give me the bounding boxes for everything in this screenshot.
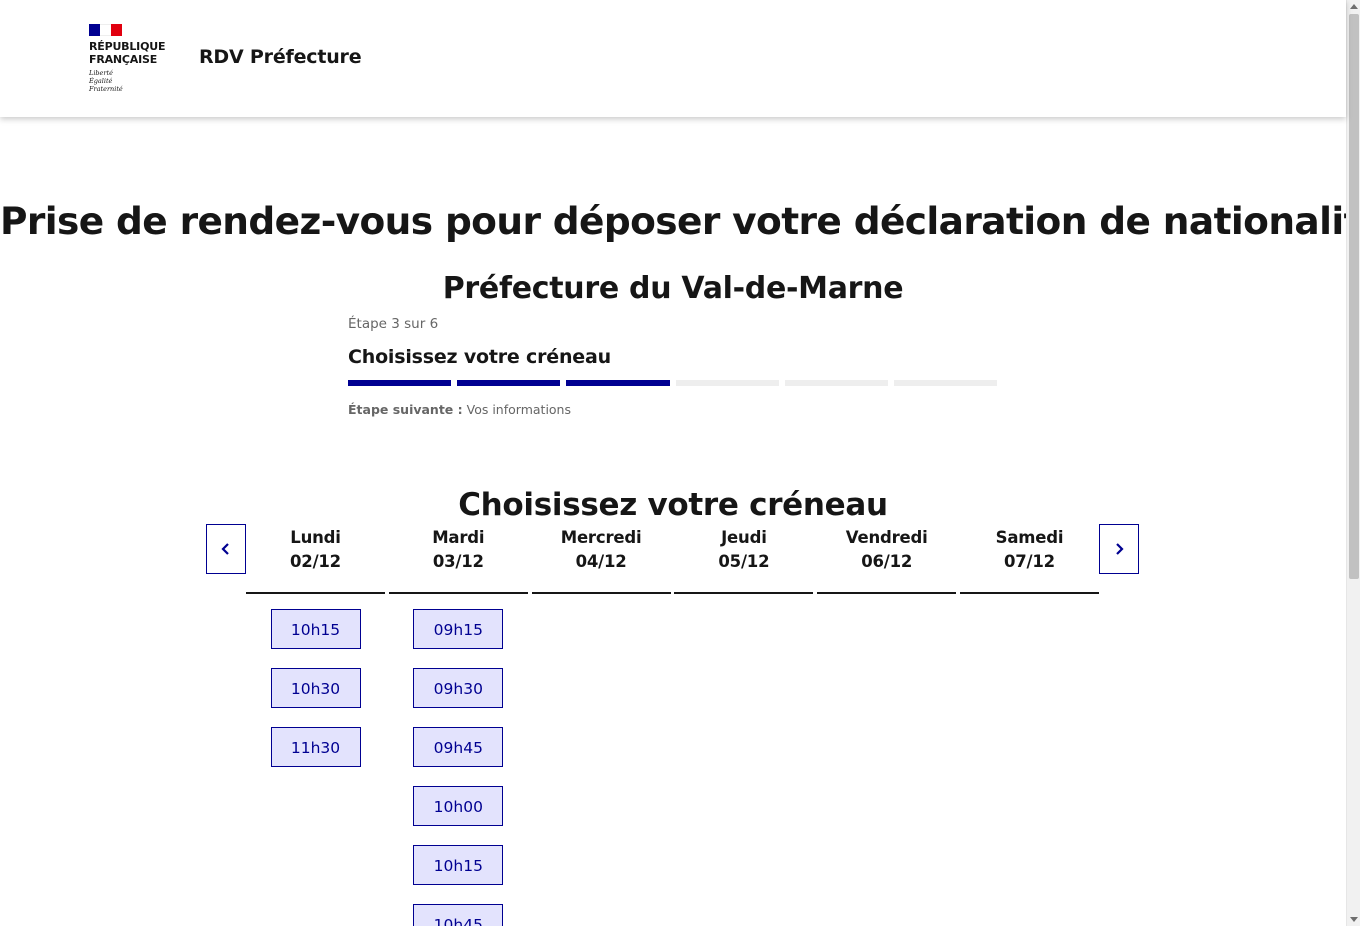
republique-francaise-logo[interactable]: RÉPUBLIQUE FRANÇAISE Liberté Égalité Fra… [89, 24, 179, 93]
stepper-segment-6 [893, 380, 998, 386]
slot-list [960, 594, 1099, 609]
stepper-segment-3 [566, 380, 670, 386]
day-header: Vendredi 06/12 [817, 524, 957, 594]
chevron-left-icon [221, 543, 229, 555]
scrollbar-thumb[interactable] [1349, 14, 1359, 579]
day-date: 04/12 [575, 552, 627, 571]
site-header: RÉPUBLIQUE FRANÇAISE Liberté Égalité Fra… [0, 0, 1346, 117]
slot-list [817, 594, 956, 609]
day-date: 06/12 [861, 552, 913, 571]
page: RÉPUBLIQUE FRANÇAISE Liberté Égalité Fra… [0, 0, 1360, 926]
time-slot-button[interactable]: 09h45 [413, 727, 504, 767]
time-slot-button[interactable]: 10h30 [270, 668, 361, 708]
slot-picker-title: Choisissez votre créneau [458, 486, 888, 523]
day-name: Samedi [995, 528, 1064, 547]
day-name: Jeudi [721, 528, 767, 547]
previous-days-button[interactable] [206, 524, 246, 574]
slot-list: 10h15 10h30 11h30 [246, 594, 385, 767]
stepper-title: Choisissez votre créneau [348, 346, 611, 368]
day-header: Jeudi 05/12 [674, 524, 814, 594]
time-slot-button[interactable]: 10h45 [413, 904, 504, 926]
prefecture-title: Préfecture du Val-de-Marne [442, 270, 904, 306]
motto-fraternite: Fraternité [89, 85, 123, 93]
motto-egalite: Égalité [89, 77, 113, 85]
day-column: Jeudi 05/12 [674, 524, 814, 926]
day-column: Samedi 07/12 [959, 524, 1099, 926]
slot-list [674, 594, 813, 609]
stepper-next-value: Vos informations [466, 402, 571, 417]
day-header: Mardi 03/12 [388, 524, 528, 594]
day-header: Lundi 02/12 [246, 524, 385, 594]
day-name: Vendredi [845, 528, 928, 547]
service-title[interactable]: RDV Préfecture [199, 44, 362, 70]
next-days-button[interactable] [1099, 524, 1139, 574]
stepper-state: Étape 3 sur 6 [348, 316, 439, 332]
slot-list: 09h15 09h30 09h45 10h00 10h15 10h45 [389, 594, 528, 926]
day-name: Mercredi [560, 528, 642, 547]
chevron-right-icon [1116, 543, 1124, 555]
stepper-segment-2 [457, 380, 561, 386]
page-title: Prise de rendez-vous pour déposer votre … [0, 199, 1360, 244]
day-column: Vendredi 06/12 [817, 524, 957, 926]
time-slot-button[interactable]: 11h30 [270, 727, 361, 767]
french-flag-icon [89, 24, 122, 36]
day-column: Mardi 03/12 09h15 09h30 09h45 10h00 10h15 10h45 [388, 524, 528, 926]
stepper: Étape 3 sur 6 Choisissez votre créneau É… [348, 314, 998, 419]
scroll-down-arrow-icon[interactable] [1350, 917, 1358, 922]
time-slot-button[interactable]: 10h15 [270, 609, 361, 649]
logo-text-line-2: FRANÇAISE [89, 53, 158, 66]
stepper-segment-5 [784, 380, 888, 386]
day-date: 03/12 [432, 552, 484, 571]
day-name: Mardi [432, 528, 485, 547]
day-name: Lundi [290, 528, 341, 547]
time-slot-button[interactable]: 09h30 [413, 668, 504, 708]
stepper-segment-1 [348, 380, 452, 386]
day-date: 02/12 [290, 552, 341, 571]
days-grid: Lundi 02/12 10h15 10h30 11h30 Mardi 03/12 09h15… [246, 524, 1099, 926]
stepper-segment-4 [675, 380, 779, 386]
logo-motto: Liberté Égalité Fraternité [89, 69, 179, 93]
scroll-up-arrow-icon[interactable] [1350, 4, 1358, 9]
page-scrollbar[interactable] [1346, 0, 1360, 926]
day-header: Samedi 07/12 [959, 524, 1099, 594]
stepper-next-label: Étape suivante : [348, 402, 463, 417]
motto-liberte: Liberté [89, 69, 113, 77]
time-slot-button[interactable]: 10h15 [413, 845, 504, 885]
stepper-progress-bar [348, 380, 998, 386]
day-column: Mercredi 04/12 [531, 524, 671, 926]
day-column: Lundi 02/12 10h15 10h30 11h30 [246, 524, 385, 926]
slot-list [532, 594, 671, 609]
time-slot-button[interactable]: 10h00 [413, 786, 504, 826]
logo-text-line-1: RÉPUBLIQUE [89, 40, 166, 53]
time-slot-button[interactable]: 09h15 [413, 609, 504, 649]
day-date: 07/12 [1004, 552, 1055, 571]
day-header: Mercredi 04/12 [531, 524, 671, 594]
day-date: 05/12 [718, 552, 770, 571]
stepper-next-step: Étape suivante : Vos informations [348, 401, 998, 419]
